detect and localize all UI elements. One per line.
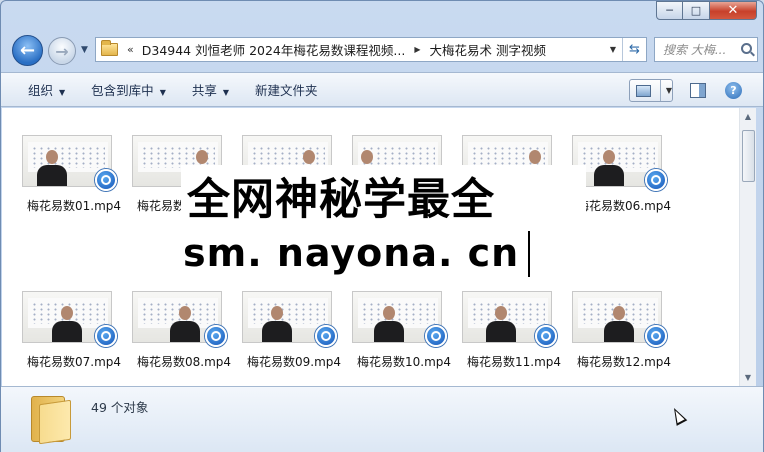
- folder-icon: [31, 396, 71, 445]
- share-menu[interactable]: 共享 ▼: [192, 80, 229, 99]
- include-in-library-menu[interactable]: 包含到库中 ▼: [91, 80, 166, 99]
- scroll-up-icon[interactable]: ▲: [740, 108, 756, 125]
- file-name: 梅花易数11.mp4: [466, 355, 562, 369]
- share-label: 共享: [191, 83, 217, 98]
- window-caption-buttons: ─ □ ✕: [656, 1, 757, 20]
- file-name: 梅花易数01.mp4: [26, 199, 122, 213]
- view-icon: [636, 84, 651, 97]
- organize-label: 组织: [28, 83, 54, 98]
- include-in-library-label: 包含到库中: [91, 83, 154, 98]
- file-item[interactable]: 梅花易数09.mp4: [239, 291, 349, 381]
- address-history-dropdown-icon[interactable]: ▼: [610, 45, 616, 54]
- back-button[interactable]: ←: [12, 35, 43, 66]
- vertical-scrollbar[interactable]: ▲ ▼: [739, 108, 756, 386]
- file-name: 梅花易数07.mp4: [26, 355, 122, 369]
- scroll-down-icon[interactable]: ▼: [740, 369, 756, 386]
- details-pane: 49 个对象: [1, 386, 763, 452]
- scrollbar-thumb[interactable]: [742, 130, 755, 182]
- search-box[interactable]: 搜索 大梅...: [654, 37, 758, 62]
- chevron-down-icon: ▼: [159, 88, 166, 97]
- forward-button[interactable]: →: [48, 37, 76, 65]
- file-item[interactable]: 梅花易数12.mp4: [569, 291, 679, 381]
- change-view-button[interactable]: ▼: [629, 79, 673, 102]
- file-item[interactable]: 梅花易数07.mp4: [19, 291, 129, 381]
- text-caret: [528, 231, 530, 277]
- address-bar[interactable]: « D34944 刘恒老师 2024年梅花易数课程视频... ▶ 大梅花易术 测…: [95, 37, 647, 62]
- chevron-down-icon: ▼: [222, 88, 230, 97]
- folder-icon: [101, 40, 118, 56]
- address-overflow-chevron[interactable]: «: [127, 43, 134, 56]
- video-player-icon: [95, 169, 117, 191]
- file-name: 梅花易数12.mp4: [576, 355, 672, 369]
- video-player-icon: [425, 325, 447, 347]
- file-item[interactable]: 梅花易数11.mp4: [459, 291, 569, 381]
- file-item[interactable]: 梅花易数01.mp4: [19, 135, 129, 225]
- arrow-right-icon: →: [55, 41, 69, 61]
- video-player-icon: [535, 325, 557, 347]
- file-item[interactable]: 梅花易数10.mp4: [349, 291, 459, 381]
- help-icon[interactable]: ?: [725, 82, 742, 99]
- organize-menu[interactable]: 组织 ▼: [28, 80, 65, 99]
- recent-pages-dropdown[interactable]: ▼: [81, 45, 88, 55]
- close-button[interactable]: ✕: [710, 1, 757, 20]
- new-folder-button[interactable]: 新建文件夹: [255, 80, 318, 99]
- refresh-icon: ⇆: [629, 42, 640, 57]
- file-item[interactable]: 梅花易数08.mp4: [129, 291, 239, 381]
- maximize-button[interactable]: □: [683, 1, 710, 20]
- refresh-button[interactable]: ⇆: [622, 38, 646, 61]
- arrow-left-icon: ←: [19, 40, 36, 61]
- video-player-icon: [205, 325, 227, 347]
- explorer-window: ─ □ ✕ ← → ▼ « D34944 刘恒老师 2024年梅花易数课程视频.…: [0, 0, 764, 452]
- video-player-icon: [645, 169, 667, 191]
- video-player-icon: [645, 325, 667, 347]
- video-player-icon: [315, 325, 337, 347]
- file-name: 梅花易数09.mp4: [246, 355, 342, 369]
- chevron-down-icon: ▼: [59, 88, 66, 97]
- navigation-bar: ← → ▼ « D34944 刘恒老师 2024年梅花易数课程视频... ▶ 大…: [1, 33, 764, 69]
- minimize-button[interactable]: ─: [656, 1, 683, 20]
- search-icon[interactable]: [741, 43, 752, 54]
- watermark-overlay: 全网神秘学最全 sm. nayona. cn: [181, 165, 586, 281]
- video-player-icon: [95, 325, 117, 347]
- breadcrumb-separator-icon[interactable]: ▶: [414, 45, 420, 54]
- file-name: 梅花易数10.mp4: [356, 355, 452, 369]
- command-bar: 组织 ▼ 包含到库中 ▼ 共享 ▼ 新建文件夹 ▼ ?: [1, 72, 763, 107]
- watermark-title: 全网神秘学最全: [187, 175, 495, 225]
- file-name: 梅花易数08.mp4: [136, 355, 232, 369]
- breadcrumb-segment-parent[interactable]: D34944 刘恒老师 2024年梅花易数课程视频...: [142, 40, 406, 59]
- search-input[interactable]: 搜索 大梅...: [663, 41, 726, 58]
- breadcrumb-segment-current[interactable]: 大梅花易术 测字视频: [429, 40, 545, 59]
- preview-pane-icon[interactable]: [690, 83, 706, 98]
- item-count: 49 个对象: [91, 400, 149, 415]
- chevron-down-icon[interactable]: ▼: [659, 80, 672, 101]
- watermark-url: sm. nayona. cn: [183, 231, 520, 275]
